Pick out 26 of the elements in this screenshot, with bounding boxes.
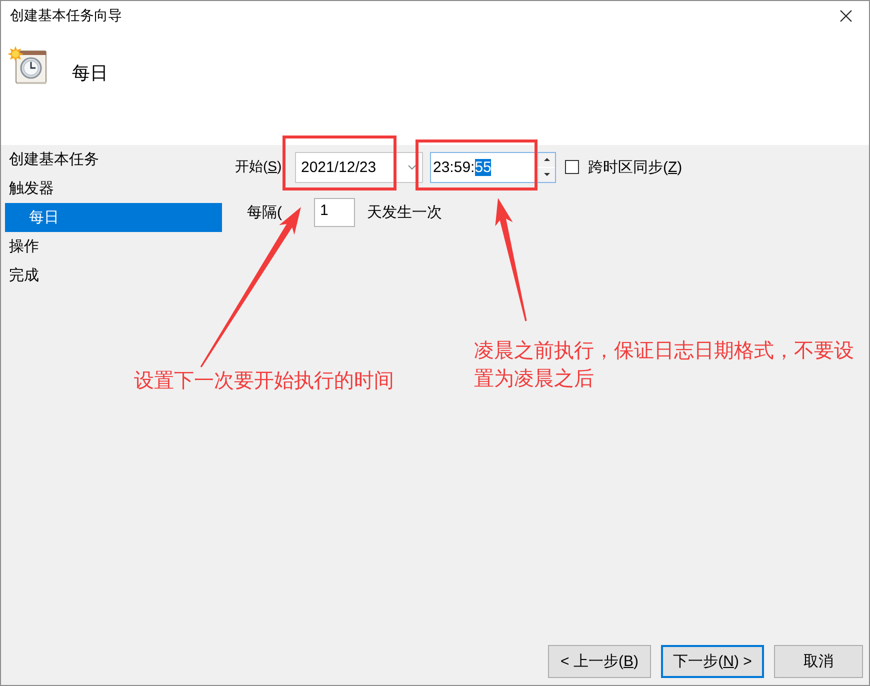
spin-down-button[interactable] xyxy=(538,168,555,182)
page-heading: 每日 xyxy=(72,62,108,85)
dialog-button[interactable]: 下一步(N) > xyxy=(661,645,764,678)
annotation-note: 设置下一次要开始执行的时间 xyxy=(134,369,394,394)
caret-up-icon xyxy=(544,158,550,161)
spin-up-button[interactable] xyxy=(538,152,555,166)
sidebar-item[interactable]: 操作 xyxy=(1,232,222,261)
sidebar-item[interactable]: 创建基本任务 xyxy=(1,145,222,174)
annotation-note: 凌晨之前执行，保证日志日期格式，不要设置为凌晨之后 xyxy=(474,339,855,392)
caret-down-icon xyxy=(544,173,550,176)
interval-label: 每隔( xyxy=(246,203,283,222)
close-icon[interactable] xyxy=(840,10,852,22)
sidebar-item[interactable]: 触发器 xyxy=(1,174,222,203)
interval-unit: 天发生一次 xyxy=(367,203,442,222)
checkbox-label[interactable]: 跨时区同步(Z) xyxy=(588,158,682,176)
window-title: 创建基本任务向导 xyxy=(10,7,122,25)
chevron-down-icon[interactable] xyxy=(408,164,416,170)
checkbox[interactable] xyxy=(565,160,579,174)
time-field[interactable]: 23:59:55 xyxy=(430,152,556,182)
sidebar-item[interactable]: 每日 xyxy=(5,203,222,232)
dialog-button[interactable]: 取消 xyxy=(774,645,863,678)
calendar-clock-icon xyxy=(8,45,48,85)
dialog-button[interactable]: < 上一步(B) xyxy=(548,645,651,678)
date-picker[interactable]: 2021/12/23 xyxy=(295,152,423,182)
interval-field[interactable]: 1 xyxy=(314,198,355,227)
sidebar-item[interactable]: 完成 xyxy=(1,261,222,290)
